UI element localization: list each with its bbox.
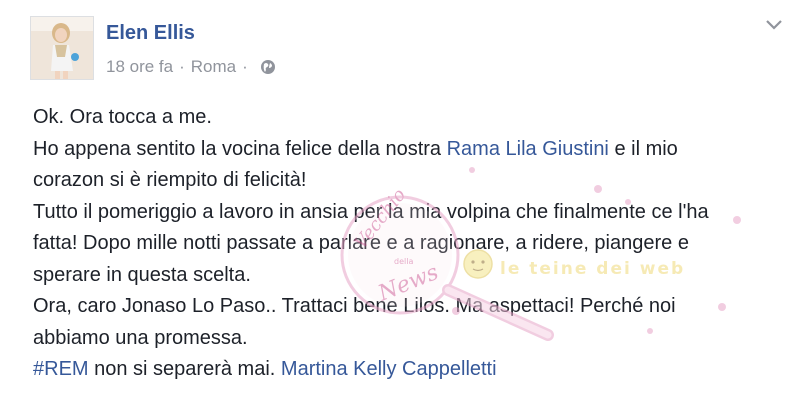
post-line: abbiamo una promessa.: [33, 323, 773, 355]
hashtag-rem[interactable]: #REM: [33, 358, 89, 380]
author-name[interactable]: Elen Ellis: [106, 22, 195, 45]
text-span: Tutto il pomeriggio a lavoro in ansia pe…: [33, 200, 709, 223]
mention-rama-lila-giustini[interactable]: Rama Lila Giustini: [447, 138, 609, 160]
text-span: fatta! Dopo mille notti passate a parlar…: [33, 232, 689, 254]
text-span: corazon si è riempito di felicità!: [33, 169, 307, 191]
post-line: #REM non si separerà mai. Martina Kelly …: [33, 354, 773, 386]
avatar[interactable]: [30, 16, 94, 80]
text-span: Ho appena sentito la vocina felice della…: [33, 137, 447, 160]
text-span: sperare in questa scelta.: [33, 263, 251, 286]
post-line: Tutto il pomeriggio a lavoro in ansia pe…: [33, 197, 773, 229]
post-time[interactable]: 18 ore fa: [106, 57, 173, 77]
post-line: fatta! Dopo mille notti passate a parlar…: [33, 228, 773, 260]
meta-separator: ·: [242, 57, 248, 76]
post-line: Ok. Ora tocca a me.: [33, 102, 773, 134]
mention-martina-kelly-cappelletti[interactable]: Martina Kelly Cappelletti: [281, 358, 497, 380]
post-line: corazon si è riempito di felicità!: [33, 165, 773, 197]
post-location[interactable]: Roma: [191, 57, 236, 77]
post-line: Ora, caro Jonaso Lo Paso.. Trattaci bene…: [33, 291, 773, 323]
text-span: Ok. Ora tocca a me.: [33, 106, 212, 128]
text-span: e il mio: [608, 137, 678, 160]
text-span: non si separerà mai.: [88, 358, 281, 380]
chevron-down-icon[interactable]: [764, 17, 784, 33]
text-span: abbiamo una promessa.: [33, 326, 248, 349]
post-line: sperare in questa scelta.: [33, 260, 773, 292]
globe-icon[interactable]: [260, 59, 276, 75]
avatar-photo: [31, 17, 93, 79]
meta-separator: ·: [179, 57, 185, 76]
text-span: Ora, caro Jonaso Lo Paso.. Trattaci bene…: [33, 295, 676, 317]
post-line: Ho appena sentito la vocina felice della…: [33, 134, 773, 166]
post-meta: 18 ore fa · Roma ·: [106, 57, 276, 77]
post-text: Ok. Ora tocca a me. Ho appena sentito la…: [33, 102, 773, 386]
